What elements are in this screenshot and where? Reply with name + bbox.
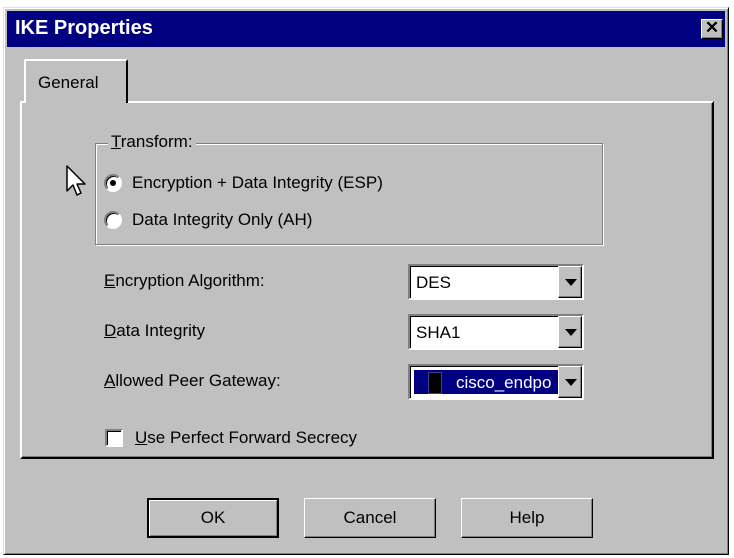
- encryption-algorithm-label: Encryption Algorithm:: [104, 271, 265, 290]
- radio-esp-row[interactable]: Encryption + Data Integrity (ESP): [104, 173, 383, 193]
- radio-esp[interactable]: [104, 174, 122, 192]
- help-button[interactable]: Help: [461, 498, 593, 538]
- pfs-label: Use Perfect Forward Secrecy: [135, 428, 358, 447]
- pfs-checkbox[interactable]: [105, 429, 123, 447]
- allowed-peer-gateway-select[interactable]: cisco_endpo: [408, 364, 584, 400]
- data-integrity-label: Data Integrity: [104, 321, 206, 340]
- ok-button[interactable]: OK: [147, 498, 279, 538]
- radio-ah-row[interactable]: Data Integrity Only (AH): [104, 210, 312, 230]
- title-bar[interactable]: IKE Properties ✕: [7, 11, 725, 47]
- data-integrity-dropdown-button[interactable]: [558, 316, 582, 348]
- window-title: IKE Properties: [15, 17, 153, 39]
- close-button[interactable]: ✕: [701, 19, 723, 39]
- close-icon: ✕: [704, 18, 720, 37]
- allowed-peer-gateway-dropdown-button[interactable]: [558, 366, 582, 398]
- transform-group-label: Transform:: [108, 132, 196, 152]
- encryption-algorithm-dropdown-button[interactable]: [558, 266, 582, 298]
- gateway-icon: [428, 372, 442, 394]
- encryption-algorithm-value: DES: [416, 273, 451, 292]
- radio-esp-label: Encryption + Data Integrity (ESP): [132, 173, 383, 192]
- radio-ah-label: Data Integrity Only (AH): [132, 210, 313, 229]
- allowed-peer-gateway-highlight: cisco_endpo: [414, 370, 562, 394]
- tab-general[interactable]: General: [24, 59, 128, 103]
- data-integrity-value: SHA1: [416, 323, 461, 342]
- data-integrity-select[interactable]: SHA1: [408, 314, 584, 350]
- allowed-peer-gateway-value: cisco_endpo: [456, 373, 552, 392]
- pfs-checkbox-row[interactable]: Use Perfect Forward Secrecy: [105, 428, 357, 448]
- cancel-button[interactable]: Cancel: [304, 498, 436, 538]
- allowed-peer-gateway-label: Allowed Peer Gateway:: [104, 371, 281, 390]
- radio-ah[interactable]: [104, 211, 122, 229]
- encryption-algorithm-select[interactable]: DES: [408, 264, 584, 300]
- mouse-pointer-icon: [66, 165, 86, 196]
- tab-general-label: General: [38, 73, 99, 92]
